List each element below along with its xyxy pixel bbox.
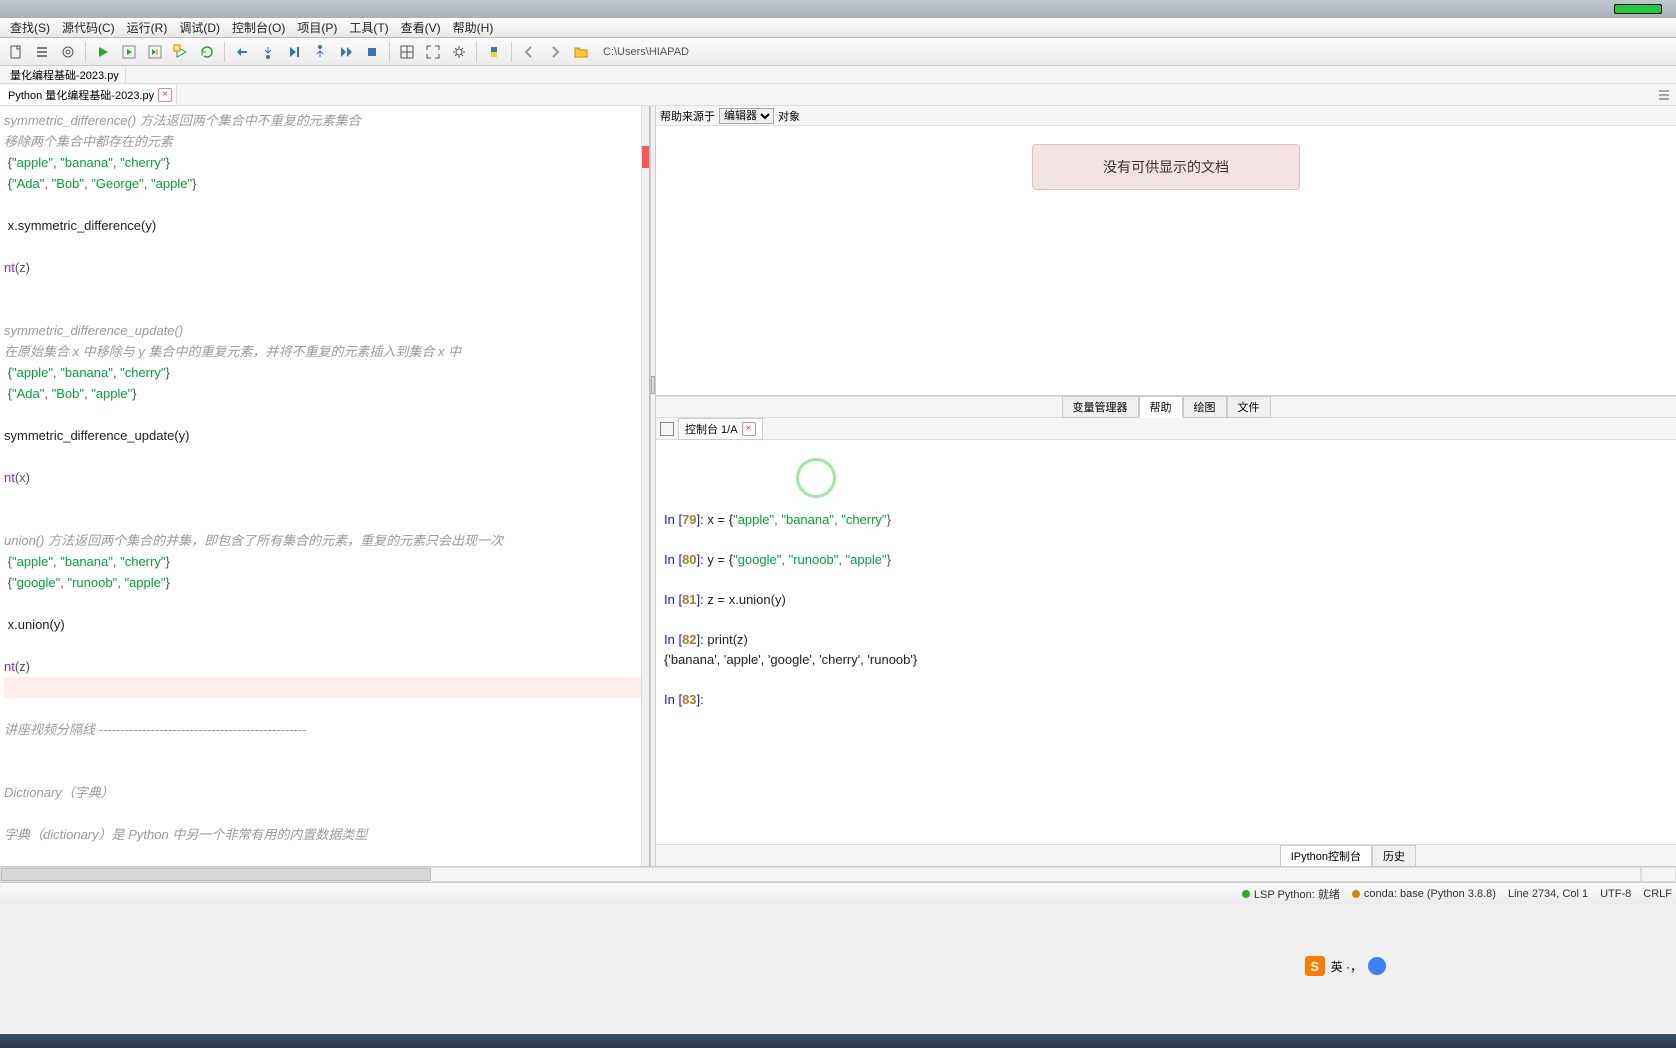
menu-bar: 查找(S)源代码(C)运行(R)调试(D)控制台(O)项目(P)工具(T)查看(… <box>0 18 1676 38</box>
menu-item[interactable]: 源代码(C) <box>56 19 121 36</box>
menu-item[interactable]: 工具(T) <box>343 19 394 36</box>
close-icon[interactable]: × <box>158 88 172 102</box>
ipython-console[interactable]: In [79]: x = {"apple", "banana", "cherry… <box>656 440 1676 844</box>
taskbar <box>0 1034 1676 1048</box>
mid-tabs: 变量管理器帮助绘图文件 <box>656 396 1676 418</box>
folder-icon[interactable] <box>569 41 593 63</box>
eol-status: CRLF <box>1643 888 1672 900</box>
at-icon[interactable] <box>56 41 80 63</box>
run-cell-advance-icon[interactable] <box>143 41 167 63</box>
sogou-icon: S <box>1305 956 1325 976</box>
help-object-label: 对象 <box>778 108 800 124</box>
list-icon[interactable] <box>30 41 54 63</box>
editor-pane: symmetric_difference() 方法返回两个集合中不重复的元素集合… <box>0 106 650 866</box>
layout-icon[interactable] <box>395 41 419 63</box>
code-editor[interactable]: symmetric_difference() 方法返回两个集合中不重复的元素集合… <box>0 106 641 866</box>
splitter-handle[interactable] <box>651 376 655 394</box>
ime-indicator[interactable]: S 英 ·， <box>1305 956 1386 976</box>
toolbar: C:\Users\HIAPAD <box>0 38 1676 66</box>
smile-icon <box>1368 957 1386 975</box>
editor-tab-label: Python 量化编程基础-2023.py <box>8 87 154 103</box>
back-icon[interactable] <box>517 41 541 63</box>
menu-item[interactable]: 查看(V) <box>395 19 447 36</box>
step-out-icon[interactable] <box>308 41 332 63</box>
mid-tab[interactable]: 绘图 <box>1183 396 1227 418</box>
console-tabs: 控制台 1/A × <box>656 418 1676 440</box>
new-file-icon[interactable] <box>4 41 28 63</box>
horizontal-scrollbar[interactable] <box>0 866 1676 882</box>
close-icon[interactable]: × <box>742 422 756 436</box>
cursor-highlight <box>796 458 836 498</box>
menu-item[interactable]: 调试(D) <box>173 19 226 36</box>
menu-icon[interactable] <box>1652 84 1676 106</box>
help-bar: 帮助来源于 编辑器 对象 <box>656 106 1676 126</box>
help-source-label: 帮助来源于 <box>660 108 715 124</box>
menu-item[interactable]: 运行(R) <box>121 19 174 36</box>
continue-icon[interactable] <box>334 41 358 63</box>
console-tab[interactable]: 控制台 1/A × <box>678 418 763 440</box>
scrollbar-thumb[interactable] <box>1 868 431 881</box>
settings-icon[interactable] <box>447 41 471 63</box>
console-bottom-tabs: IPython控制台历史 <box>656 844 1676 866</box>
console-bottom-tab[interactable]: 历史 <box>1372 845 1416 867</box>
mid-tab[interactable]: 文件 <box>1227 396 1271 418</box>
run-icon[interactable] <box>91 41 115 63</box>
cursor-position: Line 2734, Col 1 <box>1508 888 1588 900</box>
no-doc-message: 没有可供显示的文档 <box>1032 144 1300 190</box>
conda-status: conda: base (Python 3.8.8) <box>1352 888 1496 900</box>
editor-tab[interactable]: Python 量化编程基础-2023.py × <box>0 85 177 105</box>
console-bottom-tab[interactable]: IPython控制台 <box>1280 845 1372 867</box>
stop-icon[interactable] <box>360 41 384 63</box>
working-dir: C:\Users\HIAPAD <box>603 46 689 58</box>
step-into-icon[interactable] <box>256 41 280 63</box>
file-tabs: 量化编程基础-2023.py <box>0 66 1676 84</box>
ime-lang: 英 ·， <box>1331 958 1362 975</box>
menu-item[interactable]: 控制台(O) <box>226 19 291 36</box>
run-cell-icon[interactable] <box>117 41 141 63</box>
menu-item[interactable]: 项目(P) <box>291 19 343 36</box>
status-bar: LSP Python: 就绪 conda: base (Python 3.8.8… <box>0 882 1676 904</box>
menu-item[interactable]: 查找(S) <box>4 19 56 36</box>
file-tab[interactable]: 量化编程基础-2023.py <box>4 67 126 83</box>
right-pane: 帮助来源于 编辑器 对象 没有可供显示的文档 变量管理器帮助绘图文件 控制台 1… <box>656 106 1676 866</box>
mid-tab[interactable]: 变量管理器 <box>1062 396 1139 418</box>
python-icon[interactable] <box>482 41 506 63</box>
lsp-status: LSP Python: 就绪 <box>1242 886 1340 902</box>
fullscreen-icon[interactable] <box>421 41 445 63</box>
step-over-icon[interactable] <box>230 41 254 63</box>
editor-tabs: Python 量化编程基础-2023.py × <box>0 84 1676 106</box>
encoding-status: UTF-8 <box>1600 888 1631 900</box>
minimap[interactable] <box>641 106 649 866</box>
help-source-select[interactable]: 编辑器 <box>719 108 774 124</box>
run-selection-icon[interactable] <box>169 41 193 63</box>
mid-tab[interactable]: 帮助 <box>1139 396 1183 418</box>
menu-item[interactable]: 帮助(H) <box>447 19 500 36</box>
step-run-icon[interactable] <box>282 41 306 63</box>
battery-indicator <box>1614 4 1662 14</box>
reload-icon[interactable] <box>195 41 219 63</box>
console-new-icon[interactable] <box>660 422 674 436</box>
console-tab-label: 控制台 1/A <box>685 421 738 437</box>
help-doc-area: 没有可供显示的文档 <box>656 126 1676 396</box>
title-bar <box>0 0 1676 18</box>
forward-icon[interactable] <box>543 41 567 63</box>
